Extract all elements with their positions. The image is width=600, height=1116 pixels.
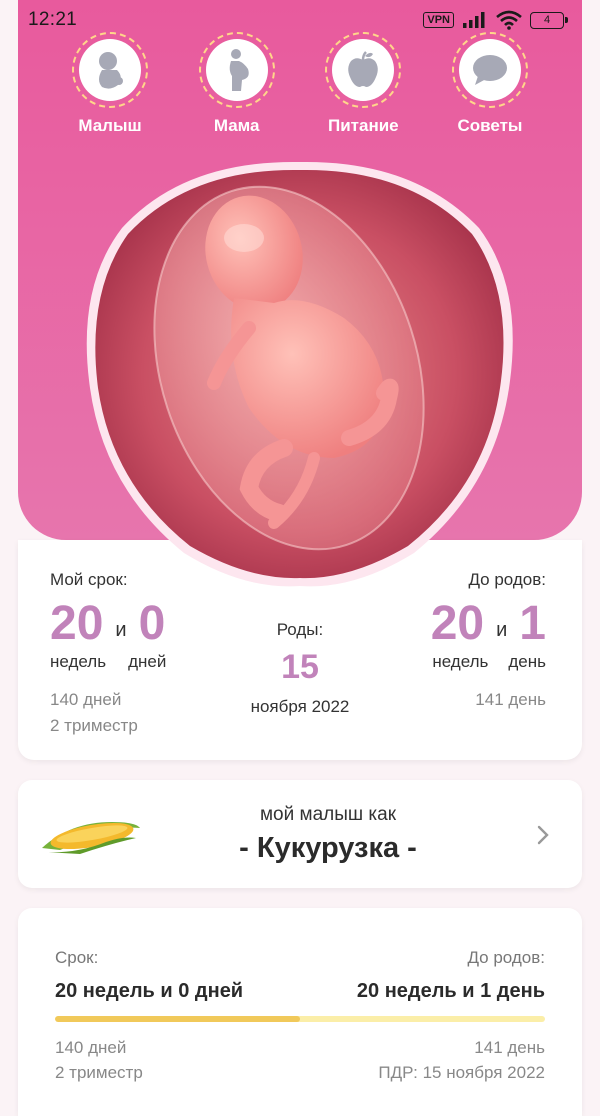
remaining-conjunction: и [496,619,508,641]
birth-month-year: ноября 2022 [250,697,350,716]
fruit-caption: мой малыш как [259,804,397,825]
term-days-unit: дней [128,652,167,671]
nav-ring [72,32,148,108]
progress-left-trimester: 2 триместр [55,1063,143,1082]
remaining-weeks-unit: недель [432,652,489,671]
term-weeks: 20 [50,597,104,650]
wifi-icon [496,10,522,30]
nav-ring [325,32,402,108]
term-conjunction: и [115,619,127,641]
remaining-days-unit: день [508,652,546,671]
nav-item-nutrition[interactable]: Питание [311,32,415,142]
nav-icon-bg [332,39,395,101]
term-total-days: 140 дней [50,690,122,709]
baby-icon [99,52,123,89]
chevron-right-icon[interactable] [536,824,550,846]
signal-icon [463,12,485,28]
remaining-weeks: 20 [430,597,485,650]
progress-left-days: 140 дней [55,1038,127,1057]
fruit-name: - Кукурузка - [239,832,417,864]
term-trimester: 2 триместр [50,716,138,735]
nav-ring [451,32,528,108]
nav-item-tips[interactable]: Советы [438,32,542,142]
progress-bar-fill [55,1016,300,1022]
progress-right-label: До родов: [467,948,545,967]
progress-left-label: Срок: [55,948,99,967]
fruit-comparison-card[interactable]: мой малыш как - Кукурузка - [18,780,582,888]
nav-item-mom[interactable]: Мама [185,32,289,142]
fetus-illustration [84,158,516,588]
chat-bubble-icon [472,55,507,85]
nav-label: Мама [213,116,260,135]
term-weeks-unit: недель [50,652,107,671]
birth-label: Роды: [276,620,324,639]
nav-label: Малыш [78,116,142,135]
nav-icon-bg [79,39,141,101]
birth-block: Роды: 15 ноября 2022 [218,620,382,717]
nav-icon-bg [205,39,268,101]
progress-right-days: 141 день [474,1038,545,1057]
remaining-total-days: 141 день [475,690,546,709]
progress-due-date: ПДР: 15 ноября 2022 [378,1063,545,1082]
term-days: 0 [138,597,166,650]
remaining-block: До родов: 20 и 1 недель день 141 день [431,570,546,710]
progress-bar [55,1016,545,1022]
remaining-days: 1 [519,597,546,650]
battery-level: 4 [543,14,551,26]
my-term-block: Мой срок: 20 и 0 недель дней 140 дней 2 … [50,570,166,736]
progress-left-value: 20 недель и 0 дней [55,980,244,1002]
top-nav: Малыш Мама Питание Советы [58,32,542,142]
nav-ring [198,32,275,108]
fetus-image [86,161,513,587]
vpn-icon: VPN [423,12,454,28]
status-time: 12:21 [28,9,78,30]
fruit-text: мой малыш как - Кукурузка - [178,804,478,865]
nav-label: Советы [457,116,523,135]
nav-item-baby[interactable]: Малыш [58,32,162,142]
battery-icon: 4 [530,11,568,29]
progress-right-value: 20 недель и 1 день [356,980,545,1002]
pregnant-woman-icon [229,49,249,91]
status-bar: 12:21 VPN 4 [0,0,600,40]
apple-icon [348,51,379,87]
birth-day: 15 [281,648,319,686]
corn-icon [42,822,140,854]
progress-card: Срок: До родов: 20 недель и 0 дней 20 не… [18,908,582,1116]
nav-icon-bg [458,39,521,101]
status-icons: VPN 4 [423,10,568,30]
nav-label: Питание [328,116,399,135]
